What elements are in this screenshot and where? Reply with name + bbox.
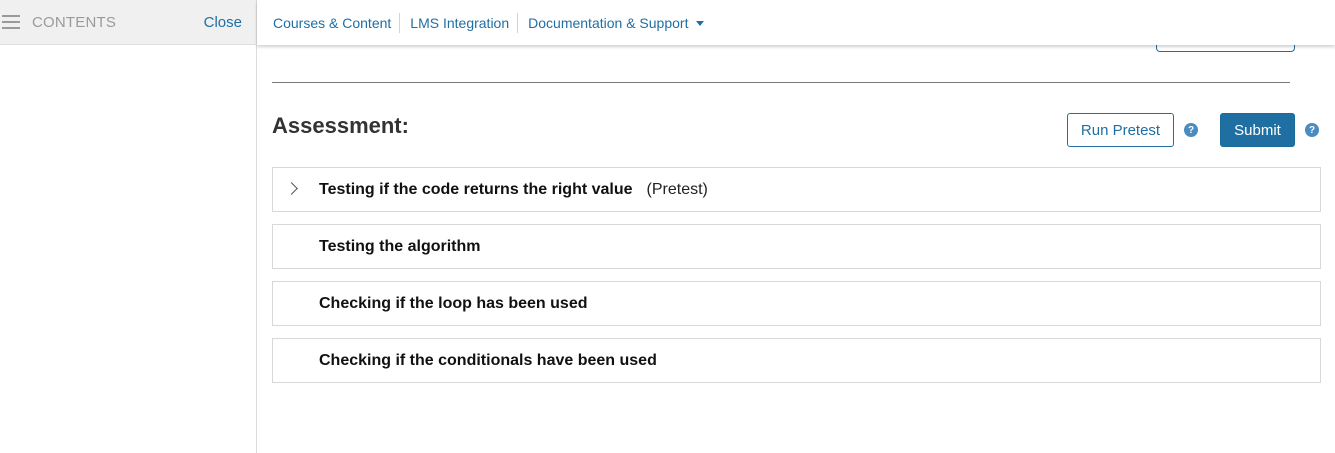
test-name: Checking if the loop has been used xyxy=(319,294,588,312)
section-divider xyxy=(272,82,1290,83)
test-row-loop[interactable]: Checking if the loop has been used xyxy=(272,281,1321,326)
run-pretest-help-icon[interactable]: ? xyxy=(1184,123,1198,137)
nav-lms-integration[interactable]: LMS Integration xyxy=(399,12,517,33)
nav-courses-content[interactable]: Courses & Content xyxy=(265,13,399,33)
caret-down-icon xyxy=(696,21,705,26)
test-row-right-value[interactable]: Testing if the code returns the right va… xyxy=(272,167,1321,212)
chevron-right-icon[interactable] xyxy=(285,182,298,195)
assessment-heading: Assessment: xyxy=(272,113,409,138)
test-name: Checking if the conditionals have been u… xyxy=(319,351,657,369)
nav-documentation-support-label: Documentation & Support xyxy=(528,14,689,31)
run-pretest-button[interactable]: Run Pretest xyxy=(1067,113,1174,147)
test-list: Testing if the code returns the right va… xyxy=(272,167,1321,395)
submit-button[interactable]: Submit xyxy=(1220,113,1295,147)
menu-icon[interactable] xyxy=(2,15,20,29)
close-sidebar-link[interactable]: Close xyxy=(204,14,242,31)
test-row-algorithm[interactable]: Testing the algorithm xyxy=(272,224,1321,269)
contents-label: CONTENTS xyxy=(32,13,117,31)
test-name: Testing the algorithm xyxy=(319,237,481,255)
nav-documentation-support[interactable]: Documentation & Support xyxy=(517,12,712,33)
pretest-tag: (Pretest) xyxy=(646,180,708,198)
top-navigation: Courses & Content LMS Integration Docume… xyxy=(257,0,1335,45)
contents-sidebar: CONTENTS Close xyxy=(0,0,257,453)
submit-help-icon[interactable]: ? xyxy=(1305,123,1319,137)
main-content: Assessment: Run Pretest ? Submit ? Testi… xyxy=(257,35,1335,453)
sidebar-header: CONTENTS Close xyxy=(0,0,256,45)
test-row-conditionals[interactable]: Checking if the conditionals have been u… xyxy=(272,338,1321,383)
test-name: Testing if the code returns the right va… xyxy=(319,180,633,198)
